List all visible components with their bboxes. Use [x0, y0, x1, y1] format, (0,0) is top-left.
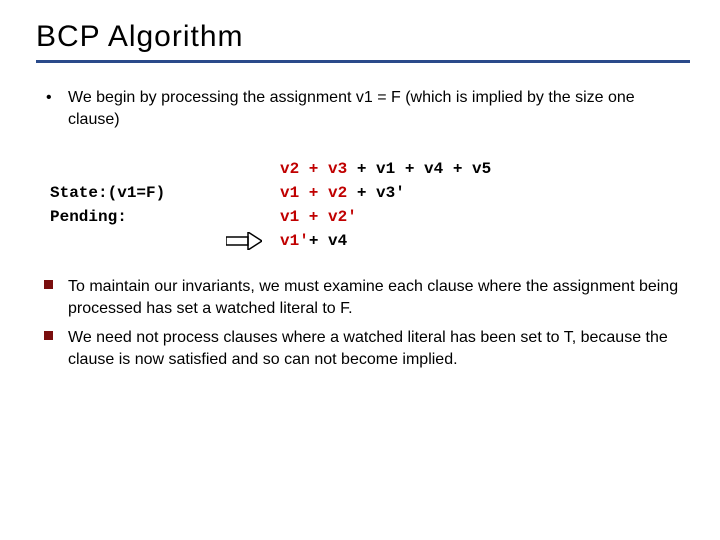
clause-3-watched: v1 + v2': [280, 208, 357, 226]
clause-4-rest: + v4: [309, 232, 347, 250]
clause-4: v1'+ v4: [280, 232, 690, 250]
note-2-text: We need not process clauses where a watc…: [68, 327, 690, 370]
note-item-2: We need not process clauses where a watc…: [40, 327, 690, 370]
clause-row-3: Pending: v1 + v2': [50, 208, 690, 226]
clause-row-1: v2 + v3 + v1 + v4 + v5: [50, 160, 690, 178]
clause-2: v1 + v2 + v3': [280, 184, 690, 202]
page-title: BCP Algorithm: [36, 20, 690, 54]
state-label: State:(v1=F): [50, 184, 280, 202]
clause-area: v2 + v3 + v1 + v4 + v5 State:(v1=F) v1 +…: [50, 160, 690, 250]
intro-text: We begin by processing the assignment v1…: [68, 87, 690, 130]
clause-1-rest: + v1 + v4 + v5: [347, 160, 491, 178]
intro-bullet-item: • We begin by processing the assignment …: [40, 87, 690, 130]
square-bullet-icon: [40, 327, 68, 370]
clause-1: v2 + v3 + v1 + v4 + v5: [280, 160, 690, 178]
note-1-text: To maintain our invariants, we must exam…: [68, 276, 690, 319]
clause-2-watched: v1 + v2: [280, 184, 347, 202]
clause-1-watched: v2 + v3: [280, 160, 347, 178]
clause-3: v1 + v2': [280, 208, 690, 226]
clause-row-4: v1'+ v4: [50, 232, 690, 250]
pending-label: Pending:: [50, 208, 280, 226]
arrow-icon: [226, 232, 262, 250]
square-bullet-icon: [40, 276, 68, 319]
clause-4-watched: v1': [280, 232, 309, 250]
note-item-1: To maintain our invariants, we must exam…: [40, 276, 690, 319]
clause-row-2: State:(v1=F) v1 + v2 + v3': [50, 184, 690, 202]
clause-2-rest: + v3': [347, 184, 405, 202]
bullet-dot: •: [40, 87, 68, 130]
title-underline: [36, 60, 690, 63]
